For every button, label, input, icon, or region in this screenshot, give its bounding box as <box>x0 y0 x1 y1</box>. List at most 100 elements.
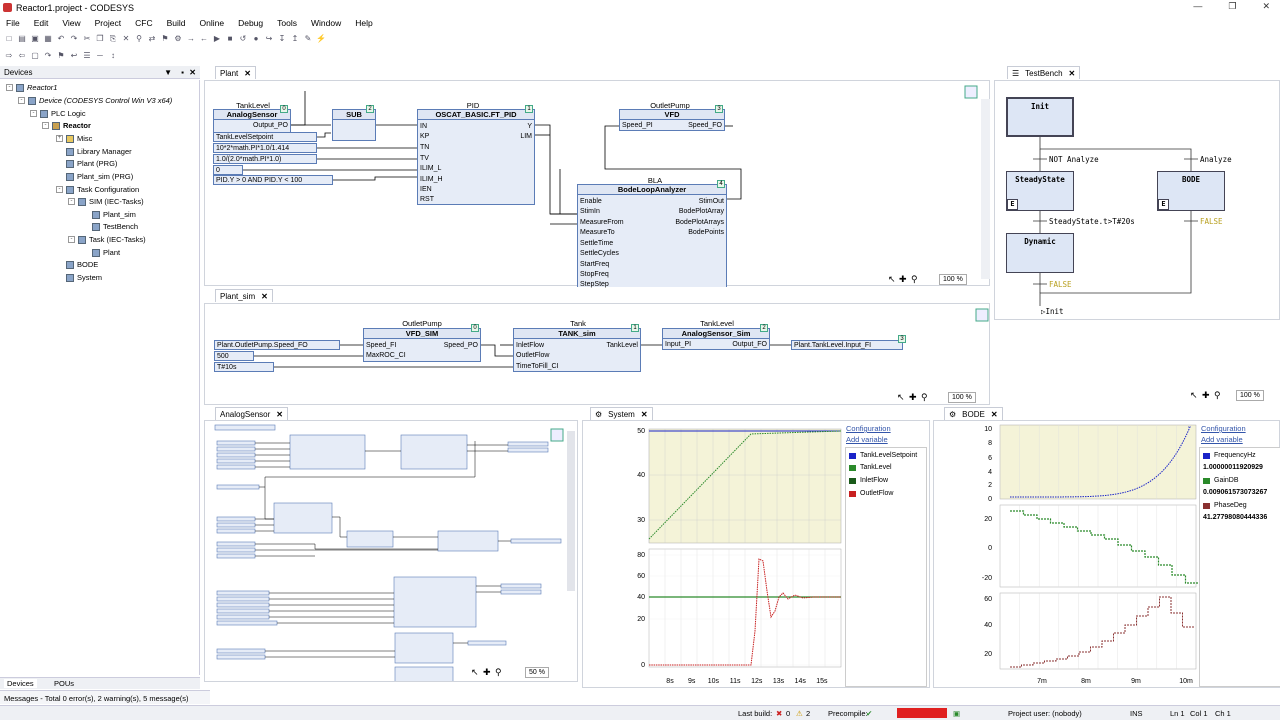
stop-icon[interactable]: ■ <box>225 34 235 44</box>
find-icon[interactable]: ⚲ <box>134 34 144 44</box>
replace-icon[interactable]: ⇄ <box>147 34 157 44</box>
tab-system[interactable]: ⚙ System ✕ <box>590 407 653 420</box>
zoom-level[interactable]: 100 % <box>1236 390 1264 401</box>
tree-item[interactable]: - Task (IEC-Tasks) <box>68 235 146 244</box>
bode-trace[interactable]: 10 8 6 4 2 0 20 0 -20 60 40 20 7m 8m 9m 10m Configurati… <box>933 420 1280 688</box>
cfc-return-icon[interactable]: ↩ <box>69 51 79 61</box>
tab-plant[interactable]: Plant ✕ <box>215 66 256 79</box>
close-icon[interactable]: ✕ <box>261 292 268 301</box>
legend-item[interactable]: FrequencyHz <box>1203 452 1256 459</box>
menu-tools[interactable]: Tools <box>277 18 297 28</box>
transition-false[interactable]: FALSE <box>1049 280 1072 289</box>
logout-icon[interactable]: ← <box>199 34 209 44</box>
jump-init[interactable]: ▷Init <box>1041 307 1064 316</box>
close-icon[interactable]: ✕ <box>1262 1 1270 12</box>
tab-pous[interactable]: POUs <box>54 679 74 688</box>
configuration-link[interactable]: Configuration <box>846 424 891 433</box>
reset-icon[interactable]: ↺ <box>238 34 248 44</box>
pin-icon[interactable]: ▼ <box>164 68 172 77</box>
overview-icon[interactable] <box>975 308 989 322</box>
autohide-icon[interactable]: ▪ <box>181 68 184 77</box>
cfc-box-icon[interactable]: ▢ <box>30 51 40 61</box>
legend-item[interactable]: InletFlow <box>849 477 888 484</box>
collapse-icon[interactable]: - <box>42 122 49 129</box>
system-trace[interactable]: 50 40 30 80 60 40 20 0 8s 9s 10s 11s 12s 13s 14s 15s Co… <box>582 420 930 688</box>
pan-tool-icon[interactable]: ✚ <box>1202 390 1210 401</box>
paste-icon[interactable]: ⎘ <box>108 34 118 44</box>
close-icon[interactable]: ✕ <box>991 410 998 419</box>
menu-cfc[interactable]: CFC <box>135 18 152 28</box>
zoom-level[interactable]: 100 % <box>948 392 976 403</box>
pointer-tool-icon[interactable]: ↖ <box>471 667 479 678</box>
cfc-comment-icon[interactable]: ☰ <box>82 51 92 61</box>
undo-icon[interactable]: ↶ <box>56 34 66 44</box>
pointer-tool-icon[interactable]: ↖ <box>1190 390 1198 401</box>
pan-tool-icon[interactable]: ✚ <box>899 274 907 285</box>
breakpoint-icon[interactable]: ● <box>251 34 261 44</box>
menu-window[interactable]: Window <box>311 18 341 28</box>
collapse-icon[interactable]: - <box>68 236 75 243</box>
print-icon[interactable]: ▦ <box>43 34 53 44</box>
close-icon[interactable]: ✕ <box>641 410 648 419</box>
error-count[interactable]: 0 <box>786 709 790 718</box>
collapse-icon[interactable]: - <box>6 84 13 91</box>
close-icon[interactable]: ✕ <box>276 410 283 419</box>
collapse-icon[interactable]: - <box>68 198 75 205</box>
tab-analogsensor[interactable]: AnalogSensor ✕ <box>215 407 288 420</box>
cfc-jump-icon[interactable]: ↷ <box>43 51 53 61</box>
overview-icon[interactable] <box>550 428 564 442</box>
tab-devices[interactable]: Devices <box>4 679 37 688</box>
legend-item[interactable]: PhaseDeg <box>1203 502 1247 509</box>
tree-item[interactable]: TestBench <box>92 222 138 231</box>
tree-item[interactable]: - Device (CODESYS Control Win V3 x64) <box>18 96 172 105</box>
plant-editor[interactable]: TankLevel AnalogSensor Output_PO 0 TankL… <box>204 80 990 288</box>
tab-plant-sim[interactable]: Plant_sim ✕ <box>215 289 273 302</box>
legend-item[interactable]: OutletFlow <box>849 490 893 497</box>
cfc-order-icon[interactable]: ↕ <box>108 51 118 61</box>
plant-sim-editor[interactable]: OutletPump VFD_SIM Speed_FI MaxROC_CI Sp… <box>204 303 990 405</box>
tree-item[interactable]: Plant <box>92 248 120 257</box>
tree-item[interactable]: - Reactor <box>42 121 91 130</box>
pointer-tool-icon[interactable]: ↖ <box>888 274 896 285</box>
force-values-icon[interactable]: ⚡ <box>316 34 326 44</box>
redo-icon[interactable]: ↷ <box>69 34 79 44</box>
legend-item[interactable]: TankLevelSetpoint <box>849 452 917 459</box>
tree-item[interactable]: Plant_sim <box>92 210 136 219</box>
minimize-icon[interactable]: — <box>1193 1 1202 12</box>
transition-not-analyze[interactable]: NOT Analyze <box>1049 155 1099 164</box>
cfc-output-icon[interactable]: ⇦ <box>17 51 27 61</box>
transition-analyze[interactable]: Analyze <box>1200 155 1232 164</box>
copy-icon[interactable]: ❐ <box>95 34 105 44</box>
tab-bode[interactable]: ⚙ BODE ✕ <box>944 407 1003 420</box>
restore-icon[interactable]: ❐ <box>1228 1 1236 12</box>
messages-bar[interactable]: Messages - Total 0 error(s), 2 warning(s… <box>0 690 210 704</box>
legend-item[interactable]: GainDB <box>1203 477 1239 484</box>
collapse-icon[interactable]: - <box>56 186 63 193</box>
zoom-level[interactable]: 100 % <box>939 274 967 285</box>
tree-item[interactable]: - Reactor1 <box>6 83 57 92</box>
tree-item[interactable]: - PLC Logic <box>30 109 86 118</box>
plant-vscroll[interactable] <box>981 99 990 279</box>
cfc-label-icon[interactable]: ⚑ <box>56 51 66 61</box>
tree-item[interactable]: Plant_sim (PRG) <box>66 172 133 181</box>
legend-item[interactable]: TankLevel <box>849 464 892 471</box>
testbench-editor[interactable]: Init SteadyState E BODE E Dynamic NOT Anal… <box>994 80 1280 320</box>
run-icon[interactable]: ▶ <box>212 34 222 44</box>
build-icon[interactable]: ⚙ <box>173 34 183 44</box>
expand-icon[interactable]: + <box>56 135 63 142</box>
menu-help[interactable]: Help <box>355 18 372 28</box>
cfc-connection-icon[interactable]: ─ <box>95 51 105 61</box>
add-variable-link[interactable]: Add variable <box>1201 435 1243 444</box>
add-variable-link[interactable]: Add variable <box>846 435 888 444</box>
tree-item[interactable]: Library Manager <box>66 147 132 156</box>
zoom-level[interactable]: 50 % <box>525 667 549 678</box>
login-icon[interactable]: → <box>186 34 196 44</box>
cut-icon[interactable]: ✂ <box>82 34 92 44</box>
analogsensor-editor[interactable]: ↖ ✚ ⚲ 50 % <box>204 420 578 682</box>
close-icon[interactable]: ✕ <box>1069 69 1076 78</box>
tree-item[interactable]: - SIM (IEC-Tasks) <box>68 197 144 206</box>
cfc-input-icon[interactable]: ⇨ <box>4 51 14 61</box>
bookmark-icon[interactable]: ⚑ <box>160 34 170 44</box>
analog-vscroll[interactable] <box>567 431 575 591</box>
menu-project[interactable]: Project <box>95 18 121 28</box>
